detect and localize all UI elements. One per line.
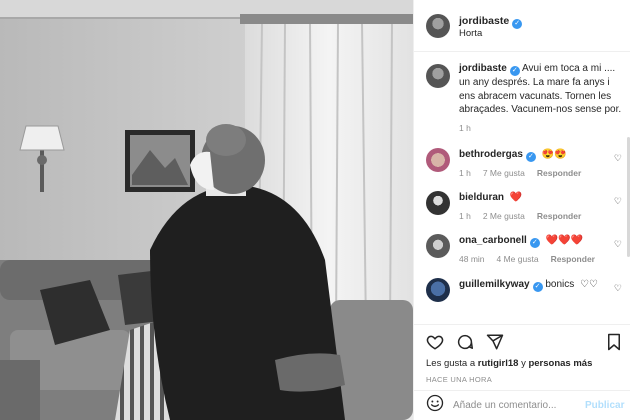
small-heart-icon[interactable]: ♡	[614, 239, 622, 250]
comment-username[interactable]: bielduran	[459, 192, 504, 203]
verified-badge-icon: ✓	[512, 18, 523, 29]
caption-body: jordibaste ✓ Avui em toca a mi .... un an…	[459, 62, 622, 134]
reply-link[interactable]: Responder	[551, 254, 595, 265]
likes-summary: Les gusta a rutigirl18 y personas más	[426, 358, 622, 369]
heart-icon[interactable]	[426, 333, 444, 351]
comment: ona_carbonell ✓ ❤️❤️❤️ 48 min 4 Me gusta …	[426, 234, 622, 265]
add-comment-bar: Publicar	[414, 390, 630, 420]
comment-emoji: 😍😍	[541, 148, 567, 160]
comment-body: guillemilkyway ✓ bonics ♡♡	[459, 278, 622, 292]
comment-icon[interactable]	[456, 333, 474, 351]
side-panel: jordibaste ✓ Horta jordibaste ✓ Avui em to…	[413, 0, 630, 420]
action-icons	[426, 331, 622, 353]
avatar[interactable]	[426, 13, 450, 38]
header-text: jordibaste ✓ Horta	[459, 11, 523, 40]
caption-username[interactable]: jordibaste	[459, 63, 507, 74]
caption-meta: 1 h	[459, 123, 622, 134]
avatar[interactable]	[426, 234, 450, 259]
post-timestamp[interactable]: HACE UNA HORA	[426, 375, 622, 384]
comment-body: bielduran ❤️ 1 h 2 Me gusta Responder	[459, 191, 622, 222]
comment-username[interactable]: bethrodergas	[459, 149, 523, 160]
post-photo[interactable]	[0, 0, 413, 420]
comment-emoji: ♡♡	[580, 278, 598, 290]
comment-text: bonics	[545, 278, 575, 290]
comment-emoji: ❤️❤️❤️	[545, 235, 583, 247]
likes-joiner: y	[521, 358, 526, 369]
likes-others[interactable]: personas más	[528, 358, 592, 369]
comment: guillemilkyway ✓ bonics ♡♡ ♡	[426, 277, 622, 302]
comment-body: ona_carbonell ✓ ❤️❤️❤️ 48 min 4 Me gusta …	[459, 234, 622, 265]
verified-badge-icon: ✓	[509, 66, 520, 76]
share-icon[interactable]	[486, 333, 504, 351]
small-heart-icon[interactable]: ♡	[614, 283, 622, 294]
smiley-icon[interactable]	[426, 394, 444, 417]
comment-likes[interactable]: 7 Me gusta	[483, 168, 525, 179]
comment-time[interactable]: 48 min	[459, 254, 485, 265]
comments-list[interactable]: jordibaste ✓ Avui em toca a mi .... un an…	[414, 52, 630, 324]
verified-badge-icon: ✓	[529, 238, 540, 249]
comment-body: bethrodergas ✓ 😍😍 1 h 7 Me gusta Responde…	[459, 148, 622, 179]
post-header: jordibaste ✓ Horta	[414, 0, 630, 52]
reply-link[interactable]: Responder	[537, 211, 581, 222]
avatar[interactable]	[426, 191, 450, 216]
comment-username[interactable]: ona_carbonell	[459, 235, 527, 246]
caption-time[interactable]: 1 h	[459, 123, 471, 134]
avatar[interactable]	[426, 64, 450, 88]
publish-button[interactable]: Publicar	[585, 400, 624, 411]
bookmark-icon[interactable]	[606, 333, 622, 351]
comment-username[interactable]: guillemilkyway	[459, 279, 530, 290]
comment-input[interactable]	[453, 400, 585, 411]
verified-badge-icon: ✓	[532, 281, 543, 292]
reply-link[interactable]: Responder	[537, 168, 581, 179]
comment-time[interactable]: 1 h	[459, 211, 471, 222]
likes-prefix: Les gusta a	[426, 358, 476, 369]
header-username[interactable]: jordibaste	[459, 15, 509, 27]
comment-meta: 1 h 7 Me gusta Responder	[459, 168, 608, 179]
comment-time[interactable]: 1 h	[459, 168, 471, 179]
avatar[interactable]	[426, 277, 450, 302]
action-bar: Les gusta a rutigirl18 y personas más HA…	[414, 324, 630, 390]
comment-meta: 48 min 4 Me gusta Responder	[459, 254, 608, 265]
comment-meta: 1 h 2 Me gusta Responder	[459, 211, 608, 222]
avatar[interactable]	[426, 147, 450, 172]
comment-emoji: ❤️	[509, 192, 523, 204]
caption: jordibaste ✓ Avui em toca a mi .... un an…	[426, 62, 622, 134]
instagram-post: jordibaste ✓ Horta jordibaste ✓ Avui em to…	[0, 0, 630, 420]
comment-likes[interactable]: 2 Me gusta	[483, 211, 525, 222]
comment: bethrodergas ✓ 😍😍 1 h 7 Me gusta Responde…	[426, 147, 622, 179]
small-heart-icon[interactable]: ♡	[614, 153, 622, 164]
comment: bielduran ❤️ 1 h 2 Me gusta Responder ♡	[426, 191, 622, 222]
photo-illustration	[0, 0, 413, 420]
small-heart-icon[interactable]: ♡	[614, 196, 622, 207]
header-location[interactable]: Horta	[459, 28, 522, 40]
comment-likes[interactable]: 4 Me gusta	[497, 254, 539, 265]
likes-user[interactable]: rutigirl18	[478, 358, 519, 369]
verified-badge-icon: ✓	[525, 151, 536, 162]
